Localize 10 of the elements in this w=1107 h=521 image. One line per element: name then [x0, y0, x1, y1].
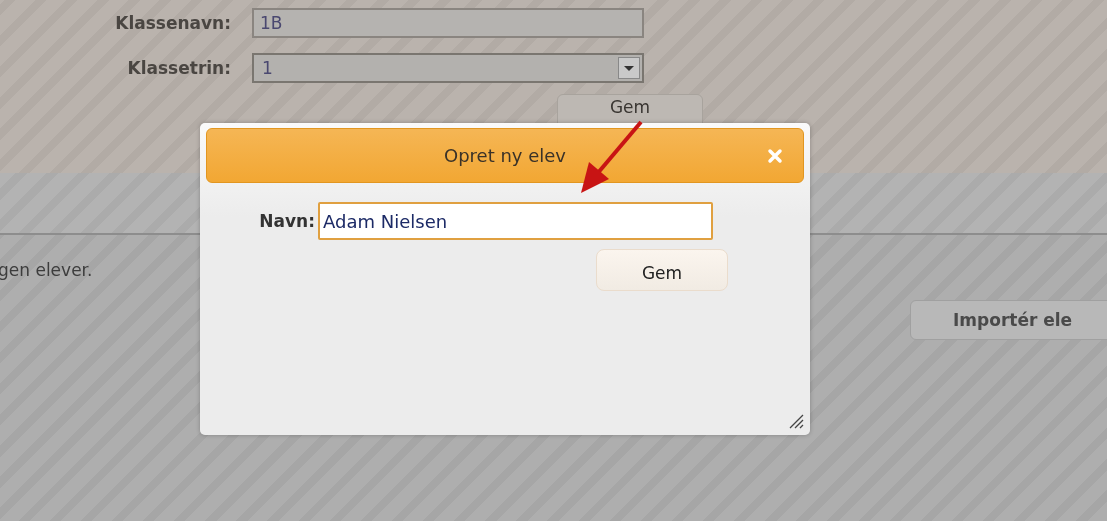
- grade-dropdown[interactable]: 1: [252, 53, 644, 83]
- save-button[interactable]: Gem: [596, 249, 728, 291]
- import-button[interactable]: Importér ele: [910, 300, 1107, 340]
- field-label: Klassenavn:: [114, 13, 232, 33]
- resize-grip-icon[interactable]: [788, 413, 804, 429]
- dialog-title: Opret ny elev: [443, 145, 566, 166]
- name-field[interactable]: Adam Nielsen: [318, 202, 713, 240]
- name-label: Navn:: [258, 211, 316, 231]
- class-name-field[interactable]: 1B: [252, 8, 644, 38]
- field-label: Klassetrin:: [126, 58, 232, 78]
